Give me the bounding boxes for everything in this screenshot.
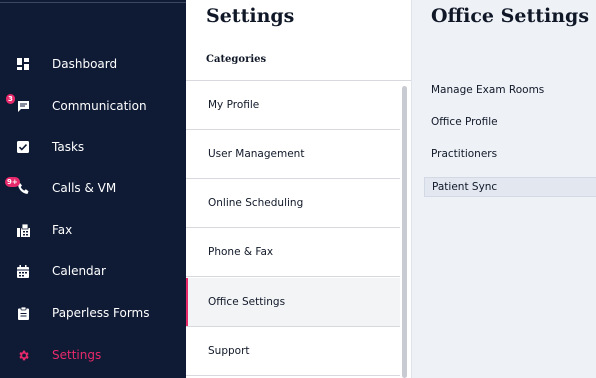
sidebar-nav: Dashboard 3 Communication Tasks 9+ Calls… [0, 0, 186, 378]
categories-heading: Categories [206, 54, 267, 65]
sidebar-item-settings[interactable]: Settings [0, 335, 186, 375]
category-online-scheduling[interactable]: Online Scheduling [186, 179, 400, 228]
office-item-label: Patient Sync [432, 181, 498, 193]
chat-icon [14, 97, 32, 115]
sidebar-item-fax[interactable]: Fax [0, 210, 186, 250]
calendar-icon [14, 262, 32, 280]
sidebar-item-label: Calls & VM [52, 181, 117, 195]
office-item-label: Practitioners [431, 148, 498, 160]
category-label: User Management [208, 148, 305, 160]
section-title: Office Settings [431, 5, 590, 27]
page-title: Settings [206, 5, 295, 27]
sidebar-item-calls-vm[interactable]: 9+ Calls & VM [0, 168, 186, 208]
sidebar-item-label: Fax [52, 223, 73, 237]
category-label: Support [208, 345, 250, 357]
sidebar-item-label: Tasks [52, 140, 85, 154]
category-my-profile[interactable]: My Profile [186, 81, 400, 130]
office-item-office-profile[interactable]: Office Profile [424, 112, 596, 132]
category-label: Phone & Fax [208, 246, 274, 258]
settings-categories-panel: Settings Categories My Profile User Mana… [186, 0, 411, 378]
office-item-patient-sync[interactable]: Patient Sync [424, 177, 596, 197]
category-office-settings[interactable]: Office Settings [186, 278, 400, 327]
category-support[interactable]: Support [186, 327, 400, 376]
sidebar-item-label: Calendar [52, 264, 106, 278]
sidebar-item-calendar[interactable]: Calendar [0, 251, 186, 291]
notification-badge: 9+ [5, 177, 20, 187]
sidebar-item-dashboard[interactable]: Dashboard [0, 44, 186, 84]
sidebar-item-paperless-forms[interactable]: Paperless Forms [0, 293, 186, 333]
office-item-label: Manage Exam Rooms [431, 84, 545, 96]
office-item-label: Office Profile [431, 116, 498, 128]
category-user-management[interactable]: User Management [186, 130, 400, 179]
sidebar-item-tasks[interactable]: Tasks [0, 127, 186, 167]
office-settings-panel: Office Settings Manage Exam Rooms Office… [411, 0, 596, 378]
category-label: My Profile [208, 99, 260, 111]
sidebar-item-label: Paperless Forms [52, 306, 150, 320]
sidebar-item-label: Communication [52, 99, 147, 113]
category-label: Office Settings [208, 296, 286, 308]
scrollbar-thumb[interactable] [402, 86, 407, 378]
clipboard-icon [14, 304, 32, 322]
category-label: Online Scheduling [208, 197, 304, 209]
check-square-icon [14, 138, 32, 156]
dashboard-icon [14, 55, 32, 73]
category-phone-fax[interactable]: Phone & Fax [186, 228, 400, 277]
sidebar-item-label: Dashboard [52, 57, 118, 71]
office-item-manage-exam-rooms[interactable]: Manage Exam Rooms [424, 80, 596, 100]
sidebar-item-label: Settings [52, 348, 102, 362]
fax-icon [14, 221, 32, 239]
notification-badge: 3 [6, 94, 15, 104]
gear-icon [14, 346, 32, 364]
sidebar-divider [0, 2, 186, 3]
sidebar-item-communication[interactable]: 3 Communication [0, 86, 186, 126]
office-item-practitioners[interactable]: Practitioners [424, 144, 596, 164]
